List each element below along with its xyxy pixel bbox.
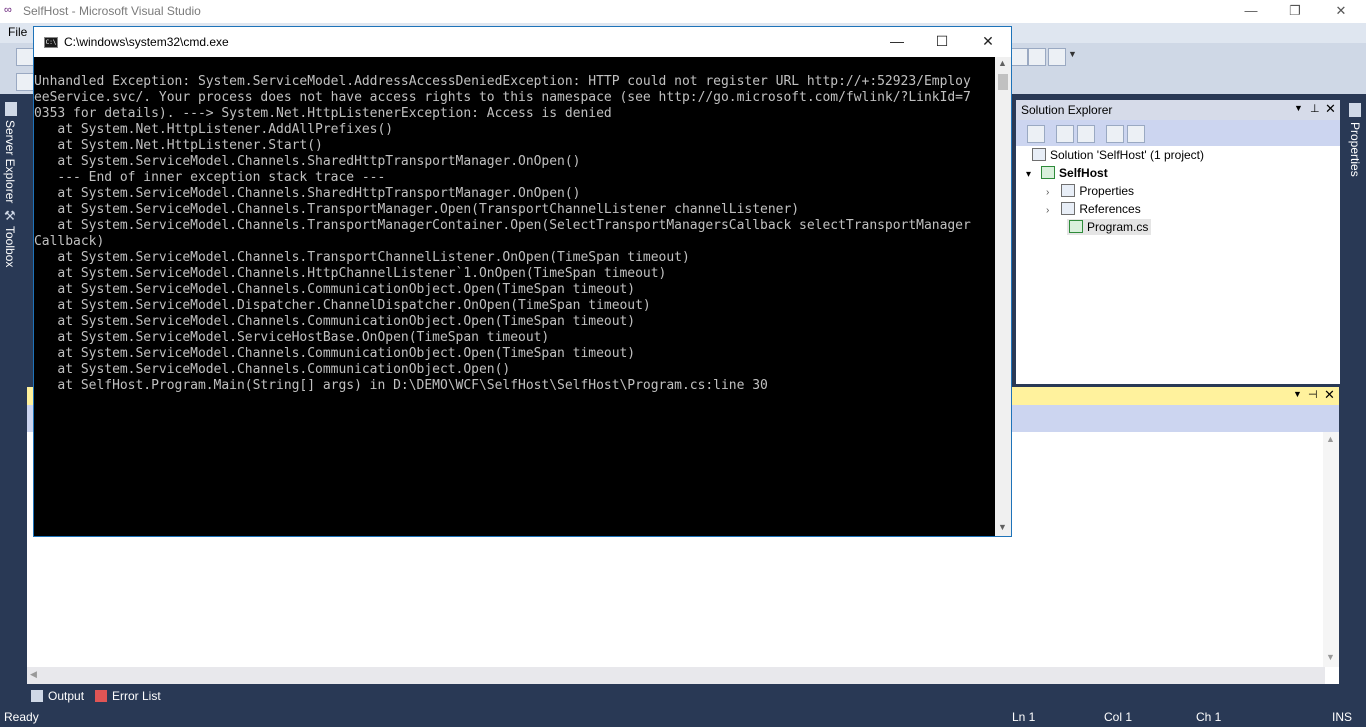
cmd-title-bar[interactable]: C:\ C:\windows\system32\cmd.exe — ☐ ✕ <box>34 27 1011 57</box>
status-line: Ln 1 <box>1012 710 1036 724</box>
toolbox-tab[interactable]: Toolbox <box>3 226 17 267</box>
cmd-minimize-button[interactable]: — <box>874 27 920 57</box>
cmd-window-title: C:\windows\system32\cmd.exe <box>64 35 229 49</box>
console-text: Unhandled Exception: System.ServiceModel… <box>34 57 995 394</box>
vs-window-title: SelfHost - Microsoft Visual Studio <box>23 4 201 18</box>
references-icon <box>1061 202 1076 215</box>
collapsed-chevron-icon[interactable]: › <box>1046 187 1049 198</box>
expanded-chevron-icon[interactable]: ▾ <box>1026 169 1031 180</box>
home-icon[interactable] <box>1027 125 1045 143</box>
console-line: Unhandled Exception: System.ServiceModel… <box>34 74 971 89</box>
solution-explorer-title: Solution Explorer <box>1021 103 1113 117</box>
server-explorer-icon <box>5 102 17 116</box>
toolbar-button-icon[interactable] <box>1048 48 1066 66</box>
status-bar: Ready Ln 1 Col 1 Ch 1 INS <box>0 707 1366 727</box>
panel-close-icon[interactable]: ✕ <box>1325 101 1336 117</box>
show-all-files-icon[interactable] <box>1056 125 1074 143</box>
console-line: at System.ServiceModel.Dispatcher.Channe… <box>34 298 651 313</box>
csharp-file-icon <box>1069 220 1083 233</box>
vs-close-button[interactable]: ✕ <box>1318 0 1364 23</box>
toolbar-dropdown-arrow-icon[interactable]: ▼ <box>1068 49 1077 59</box>
status-column: Col 1 <box>1104 710 1133 724</box>
right-tool-strip: Properties <box>1344 94 1366 684</box>
vs-restore-button[interactable]: ❐ <box>1272 0 1318 23</box>
vs-title-bar: ∞ SelfHost - Microsoft Visual Studio — ❐… <box>0 0 1366 23</box>
status-insert-mode: INS <box>1332 710 1353 724</box>
console-line: at System.ServiceModel.Channels.Transpor… <box>34 218 971 233</box>
panel-close-icon[interactable]: ✕ <box>1324 387 1335 403</box>
console-line: at System.ServiceModel.Channels.Transpor… <box>34 250 690 265</box>
tree-item-program-cs[interactable]: Program.cs <box>1067 219 1152 235</box>
output-vertical-scrollbar[interactable]: ▲ ▼ <box>1323 432 1339 667</box>
console-line: at System.ServiceModel.Channels.Transpor… <box>34 202 800 217</box>
bottom-tool-tabs: Output Error List <box>27 684 1339 707</box>
tab-output[interactable]: Output <box>29 687 88 705</box>
tab-error-list[interactable]: Error List <box>93 687 165 705</box>
console-line: at System.ServiceModel.Channels.Communic… <box>34 282 636 297</box>
refresh-icon[interactable] <box>1077 125 1095 143</box>
pin-icon[interactable]: ⊥ <box>1310 102 1320 115</box>
visual-studio-logo-icon: ∞ <box>4 4 12 16</box>
console-line: eeService.svc/. Your process does not ha… <box>34 90 971 105</box>
solution-explorer-toolbar <box>1016 120 1340 146</box>
menu-file[interactable]: File <box>8 25 27 39</box>
tree-project[interactable]: ▾ SelfHost <box>1026 166 1108 180</box>
collapsed-chevron-icon[interactable]: › <box>1046 205 1049 216</box>
output-horizontal-scrollbar[interactable]: ◀ <box>27 667 1325 684</box>
console-line: at System.Net.HttpListener.AddAllPrefixe… <box>34 122 394 137</box>
console-line: Callback) <box>34 234 105 249</box>
console-line: --- End of inner exception stack trace -… <box>34 170 386 185</box>
pin-icon[interactable]: ⊣ <box>1308 388 1318 401</box>
toolbar-button-icon[interactable] <box>1028 48 1046 66</box>
console-line: at System.ServiceModel.Channels.Communic… <box>34 362 511 377</box>
solution-icon <box>1032 148 1046 161</box>
toolbar-button-icon[interactable] <box>1010 48 1028 66</box>
tree-item-references[interactable]: › References <box>1046 202 1141 216</box>
panel-dropdown-icon[interactable]: ▼ <box>1294 103 1303 113</box>
tree-item-properties[interactable]: › Properties <box>1046 184 1134 198</box>
properties-folder-icon <box>1061 184 1076 197</box>
scroll-up-icon[interactable]: ▲ <box>1326 434 1335 444</box>
properties-icon[interactable] <box>1106 125 1124 143</box>
cmd-close-button[interactable]: ✕ <box>965 27 1011 57</box>
tree-solution[interactable]: Solution 'SelfHost' (1 project) <box>1032 148 1204 162</box>
console-line: at System.ServiceModel.Channels.Communic… <box>34 314 636 329</box>
cmd-vertical-scrollbar[interactable]: ▲ ▼ <box>995 57 1011 536</box>
console-line: at System.Net.HttpListener.Start() <box>34 138 323 153</box>
console-line: at System.ServiceModel.ServiceHostBase.O… <box>34 330 550 345</box>
console-line: at System.ServiceModel.Channels.SharedHt… <box>34 154 581 169</box>
toolbox-icon: ⚒ <box>4 208 16 223</box>
error-list-icon <box>95 690 107 702</box>
cmd-maximize-button[interactable]: ☐ <box>919 27 965 57</box>
properties-icon <box>1349 103 1361 117</box>
vs-minimize-button[interactable]: — <box>1228 0 1274 23</box>
cmd-console-output[interactable]: Unhandled Exception: System.ServiceModel… <box>34 57 995 536</box>
left-tool-strip: Server Explorer ⚒ Toolbox <box>0 94 22 684</box>
solution-explorer-header: Solution Explorer ▼ ⊥ ✕ <box>1016 100 1340 120</box>
console-line: at System.ServiceModel.Channels.SharedHt… <box>34 186 581 201</box>
panel-dropdown-icon[interactable]: ▼ <box>1293 389 1302 399</box>
preview-icon[interactable] <box>1127 125 1145 143</box>
properties-tab[interactable]: Properties <box>1348 122 1362 177</box>
new-project-icon[interactable] <box>16 48 34 66</box>
console-line: at System.ServiceModel.Channels.HttpChan… <box>34 266 667 281</box>
solution-explorer-panel: Solution Explorer ▼ ⊥ ✕ Solution 'SelfHo… <box>1016 100 1340 384</box>
csharp-project-icon <box>1041 166 1056 179</box>
console-line: at SelfHost.Program.Main(String[] args) … <box>34 378 768 393</box>
scroll-up-icon[interactable]: ▲ <box>998 58 1007 68</box>
server-explorer-tab[interactable]: Server Explorer <box>3 120 17 203</box>
scroll-thumb[interactable] <box>998 74 1008 90</box>
command-prompt-icon: C:\ <box>44 37 58 48</box>
scroll-down-icon[interactable]: ▼ <box>998 522 1007 532</box>
console-line: 0353 for details). ---> System.Net.HttpL… <box>34 106 612 121</box>
toolbar-button-icon[interactable] <box>16 73 34 91</box>
cmd-window[interactable]: C:\ C:\windows\system32\cmd.exe — ☐ ✕ Un… <box>33 26 1012 537</box>
status-ready: Ready <box>4 710 39 724</box>
scroll-down-icon[interactable]: ▼ <box>1326 652 1335 662</box>
console-line: at System.ServiceModel.Channels.Communic… <box>34 346 636 361</box>
scroll-left-icon[interactable]: ◀ <box>30 669 37 680</box>
status-char: Ch 1 <box>1196 710 1222 724</box>
output-icon <box>31 690 43 702</box>
